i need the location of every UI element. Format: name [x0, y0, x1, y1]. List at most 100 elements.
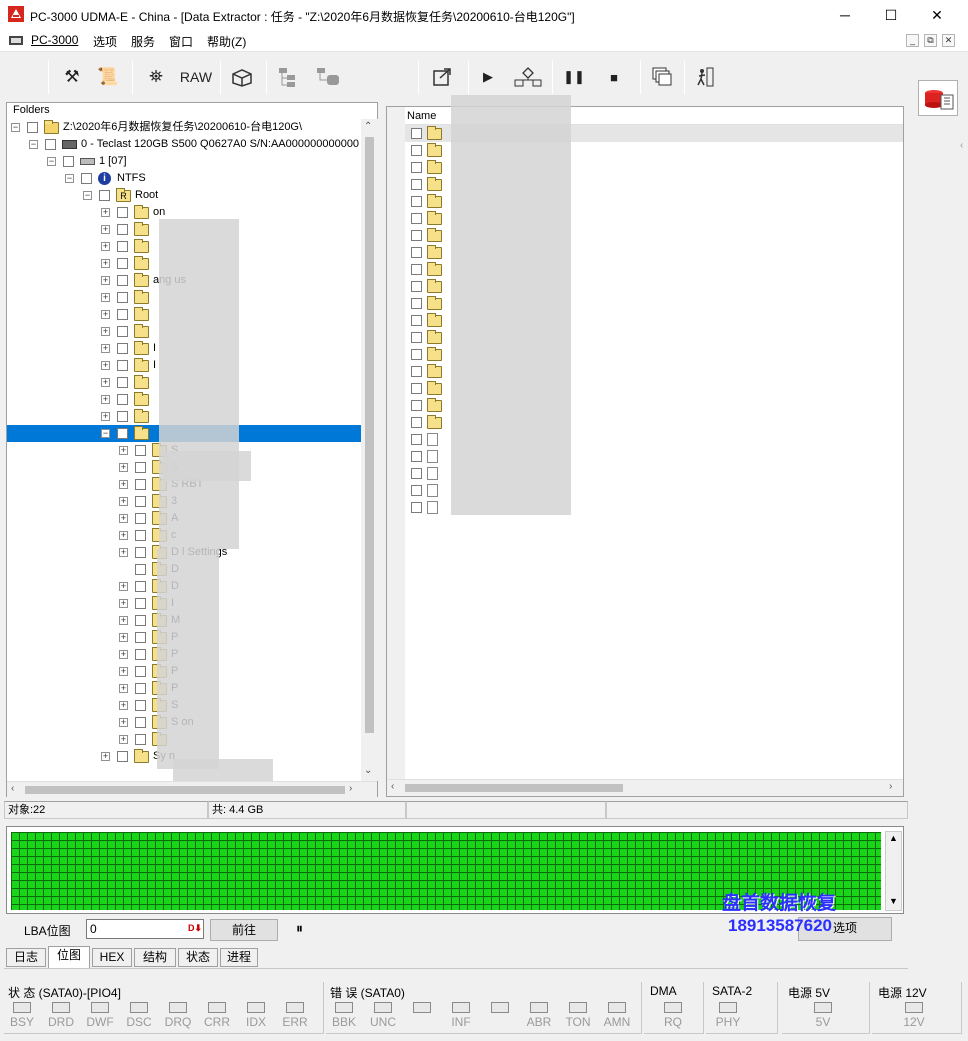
- list-checkbox[interactable]: [411, 451, 422, 462]
- mdi-restore-button[interactable]: ⧉: [924, 34, 937, 47]
- menu-help[interactable]: 帮助(Z): [207, 33, 246, 50]
- tree-checkbox[interactable]: [117, 275, 128, 286]
- expand-toggle-icon[interactable]: +: [119, 616, 128, 625]
- exit-icon[interactable]: [688, 56, 724, 98]
- box-icon[interactable]: [224, 56, 260, 98]
- tools-icon[interactable]: ⚒: [54, 56, 90, 98]
- expand-toggle-icon[interactable]: +: [101, 361, 110, 370]
- tree2-icon[interactable]: [310, 56, 346, 98]
- tree-vscroll[interactable]: ⌃ ⌄: [361, 119, 378, 781]
- bitmap-vscroll[interactable]: ▲ ▼: [885, 831, 902, 911]
- go-button[interactable]: 前往: [210, 919, 278, 941]
- expand-toggle-icon[interactable]: +: [119, 718, 128, 727]
- list-checkbox[interactable]: [411, 264, 422, 275]
- expand-toggle-icon[interactable]: −: [101, 429, 110, 438]
- expand-toggle-icon[interactable]: +: [119, 446, 128, 455]
- list-checkbox[interactable]: [411, 213, 422, 224]
- list-checkbox[interactable]: [411, 179, 422, 190]
- windows-icon[interactable]: [644, 56, 680, 98]
- tab-hex[interactable]: HEX: [92, 948, 132, 967]
- tree-checkbox[interactable]: [117, 326, 128, 337]
- menu-options[interactable]: 选项: [93, 33, 117, 50]
- list-checkbox[interactable]: [411, 434, 422, 445]
- tree-checkbox[interactable]: [27, 122, 38, 133]
- list-hscroll[interactable]: ‹ ›: [387, 779, 903, 796]
- pause-icon[interactable]: ❚❚: [556, 56, 592, 98]
- expand-toggle-icon[interactable]: −: [29, 140, 38, 149]
- expand-toggle-icon[interactable]: +: [119, 582, 128, 591]
- tab-log[interactable]: 日志: [6, 948, 46, 967]
- expand-toggle-icon[interactable]: +: [119, 497, 128, 506]
- tree-checkbox[interactable]: [81, 173, 92, 184]
- lba-dropdown-icon[interactable]: D⬇: [188, 923, 202, 934]
- list-checkbox[interactable]: [411, 162, 422, 173]
- close-button[interactable]: ✕: [914, 0, 960, 30]
- tree-checkbox[interactable]: [135, 530, 146, 541]
- expand-toggle-icon[interactable]: +: [119, 599, 128, 608]
- expand-toggle-icon[interactable]: +: [119, 633, 128, 642]
- tree-checkbox[interactable]: [117, 751, 128, 762]
- expand-toggle-icon[interactable]: +: [119, 735, 128, 744]
- expand-toggle-icon[interactable]: [119, 565, 128, 574]
- expand-toggle-icon[interactable]: +: [119, 548, 128, 557]
- tree-checkbox[interactable]: [117, 224, 128, 235]
- tree-checkbox[interactable]: [117, 428, 128, 439]
- tree-checkbox[interactable]: [117, 377, 128, 388]
- list-checkbox[interactable]: [411, 281, 422, 292]
- tree-checkbox[interactable]: [117, 343, 128, 354]
- tree-checkbox[interactable]: [135, 547, 146, 558]
- tree-root-row[interactable]: − R Root: [7, 187, 361, 204]
- tree-partition-row[interactable]: − 1 [07]: [7, 153, 361, 170]
- list-checkbox[interactable]: [411, 128, 422, 139]
- list-checkbox[interactable]: [411, 145, 422, 156]
- expand-toggle-icon[interactable]: +: [101, 293, 110, 302]
- tree-checkbox[interactable]: [135, 564, 146, 575]
- minimize-button[interactable]: ─: [822, 0, 868, 30]
- tab-state[interactable]: 状态: [178, 948, 218, 967]
- tab-process[interactable]: 进程: [220, 948, 258, 967]
- tab-structure[interactable]: 结构: [134, 948, 176, 967]
- expand-toggle-icon[interactable]: +: [101, 395, 110, 404]
- raw-button[interactable]: RAW: [176, 56, 216, 98]
- list-checkbox[interactable]: [411, 485, 422, 496]
- list-checkbox[interactable]: [411, 349, 422, 360]
- expand-toggle-icon[interactable]: −: [83, 191, 92, 200]
- tree-checkbox[interactable]: [117, 309, 128, 320]
- list-checkbox[interactable]: [411, 417, 422, 428]
- column-name-header[interactable]: Name: [407, 110, 436, 122]
- play-icon[interactable]: ▶: [470, 56, 506, 98]
- expand-toggle-icon[interactable]: +: [101, 310, 110, 319]
- expand-toggle-icon[interactable]: −: [47, 157, 56, 166]
- tree-checkbox[interactable]: [117, 241, 128, 252]
- tree-disk-row[interactable]: − 0 - Teclast 120GB S500 Q0627A0 S/N:AA00…: [7, 136, 361, 153]
- tree-checkbox[interactable]: [135, 700, 146, 711]
- tree-checkbox[interactable]: [117, 292, 128, 303]
- expand-toggle-icon[interactable]: +: [101, 225, 110, 234]
- list-checkbox[interactable]: [411, 502, 422, 513]
- menu-window[interactable]: 窗口: [169, 33, 193, 50]
- bitmap-pause-icon[interactable]: ⏸: [296, 920, 303, 937]
- tree-checkbox[interactable]: [117, 394, 128, 405]
- tree-checkbox[interactable]: [135, 615, 146, 626]
- expand-toggle-icon[interactable]: +: [101, 242, 110, 251]
- tree-task-row[interactable]: − Z:\2020年6月数据恢复任务\20200610-台电120G\: [7, 119, 361, 136]
- list-checkbox[interactable]: [411, 196, 422, 207]
- expand-toggle-icon[interactable]: +: [101, 208, 110, 217]
- list-checkbox[interactable]: [411, 298, 422, 309]
- mdi-close-button[interactable]: ✕: [942, 34, 955, 47]
- expand-toggle-icon[interactable]: +: [101, 276, 110, 285]
- expand-toggle-icon[interactable]: +: [101, 378, 110, 387]
- expand-toggle-icon[interactable]: −: [65, 174, 74, 183]
- expand-toggle-icon[interactable]: +: [101, 752, 110, 761]
- tree-icon[interactable]: [270, 56, 306, 98]
- tree-checkbox[interactable]: [117, 258, 128, 269]
- mdi-minimize-button[interactable]: _: [906, 34, 919, 47]
- tree-checkbox[interactable]: [135, 632, 146, 643]
- expand-toggle-icon[interactable]: +: [119, 650, 128, 659]
- tree-checkbox[interactable]: [135, 649, 146, 660]
- expand-toggle-icon[interactable]: +: [119, 667, 128, 676]
- tab-bitmap[interactable]: 位图: [48, 946, 90, 968]
- list-checkbox[interactable]: [411, 366, 422, 377]
- expand-toggle-icon[interactable]: +: [101, 344, 110, 353]
- network-icon[interactable]: [510, 56, 546, 98]
